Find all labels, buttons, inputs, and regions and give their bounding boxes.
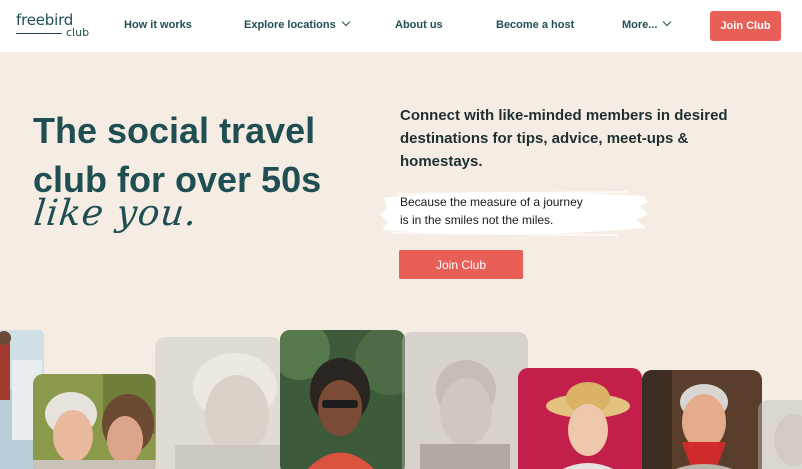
chevron-down-icon	[341, 17, 350, 27]
nav-explore-locations-label: Explore locations	[244, 19, 336, 31]
member-photo-7	[642, 370, 762, 469]
nav-about-us[interactable]: About us	[395, 19, 443, 31]
hero-tagline-line-1: Because the measure of a journey	[400, 195, 583, 209]
freebird-logo[interactable]: freebird club	[16, 11, 90, 41]
hero-intro: Connect with like-minded members in desi…	[400, 107, 728, 170]
nav-how-it-works-label: How it works	[124, 19, 192, 31]
logo-subtext: club	[66, 26, 90, 39]
chevron-down-icon	[663, 17, 672, 27]
nav-about-us-label: About us	[395, 19, 443, 31]
member-photo-6	[518, 368, 642, 469]
member-photo-2	[33, 374, 156, 469]
hero-headline-line-1: The social travel	[33, 110, 316, 151]
nav-more[interactable]: More...	[622, 17, 672, 31]
nav-become-a-host[interactable]: Become a host	[496, 19, 574, 31]
logo-divider	[16, 33, 62, 34]
nav-more-label: More...	[622, 19, 658, 31]
hero-join-club-button[interactable]: Join Club	[399, 250, 523, 279]
member-photo-3	[155, 337, 282, 469]
nav-join-club-button[interactable]: Join Club	[710, 11, 781, 41]
member-photo-5	[402, 332, 528, 469]
nav-explore-locations[interactable]: Explore locations	[244, 17, 350, 31]
hero-tagline-line-2: is in the smiles not the miles.	[400, 213, 554, 227]
logo-wordmark: freebird	[16, 11, 74, 29]
hero-headline: The social travel club for over 50s	[33, 106, 363, 204]
member-photo-8	[758, 400, 802, 469]
member-photo-4	[280, 330, 405, 469]
nav-become-a-host-label: Become a host	[496, 19, 575, 31]
hero-tagline: Because the measure of a journey is in t…	[400, 193, 630, 229]
hero-script-text: like you.	[31, 193, 200, 234]
nav-how-it-works[interactable]: How it works	[124, 19, 192, 31]
top-nav: freebird club How it works Explore locat…	[0, 0, 802, 52]
